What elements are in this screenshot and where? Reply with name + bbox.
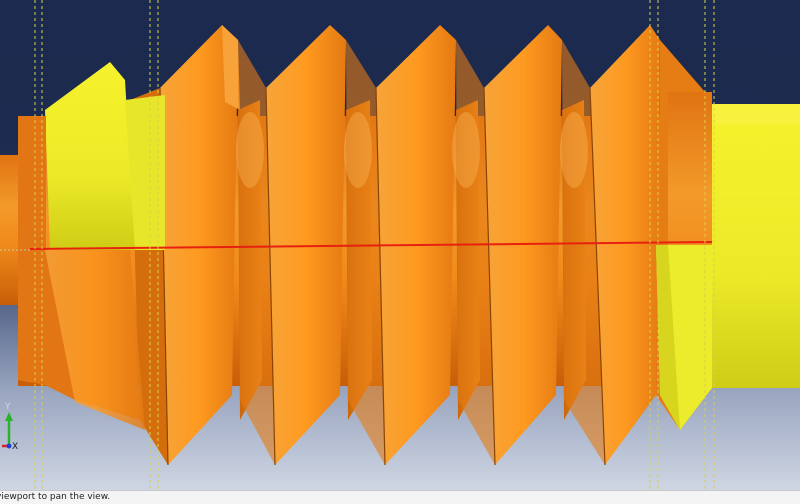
x-axis-label: X [12, 442, 18, 452]
graphics-viewport[interactable]: Y X [0, 0, 800, 490]
status-bar: viewport to pan the view. [0, 490, 800, 504]
z-axis-icon [6, 443, 12, 449]
right-cylinder [705, 104, 800, 388]
y-axis-label: Y [4, 402, 11, 412]
status-prompt-text: viewport to pan the view. [0, 492, 111, 502]
